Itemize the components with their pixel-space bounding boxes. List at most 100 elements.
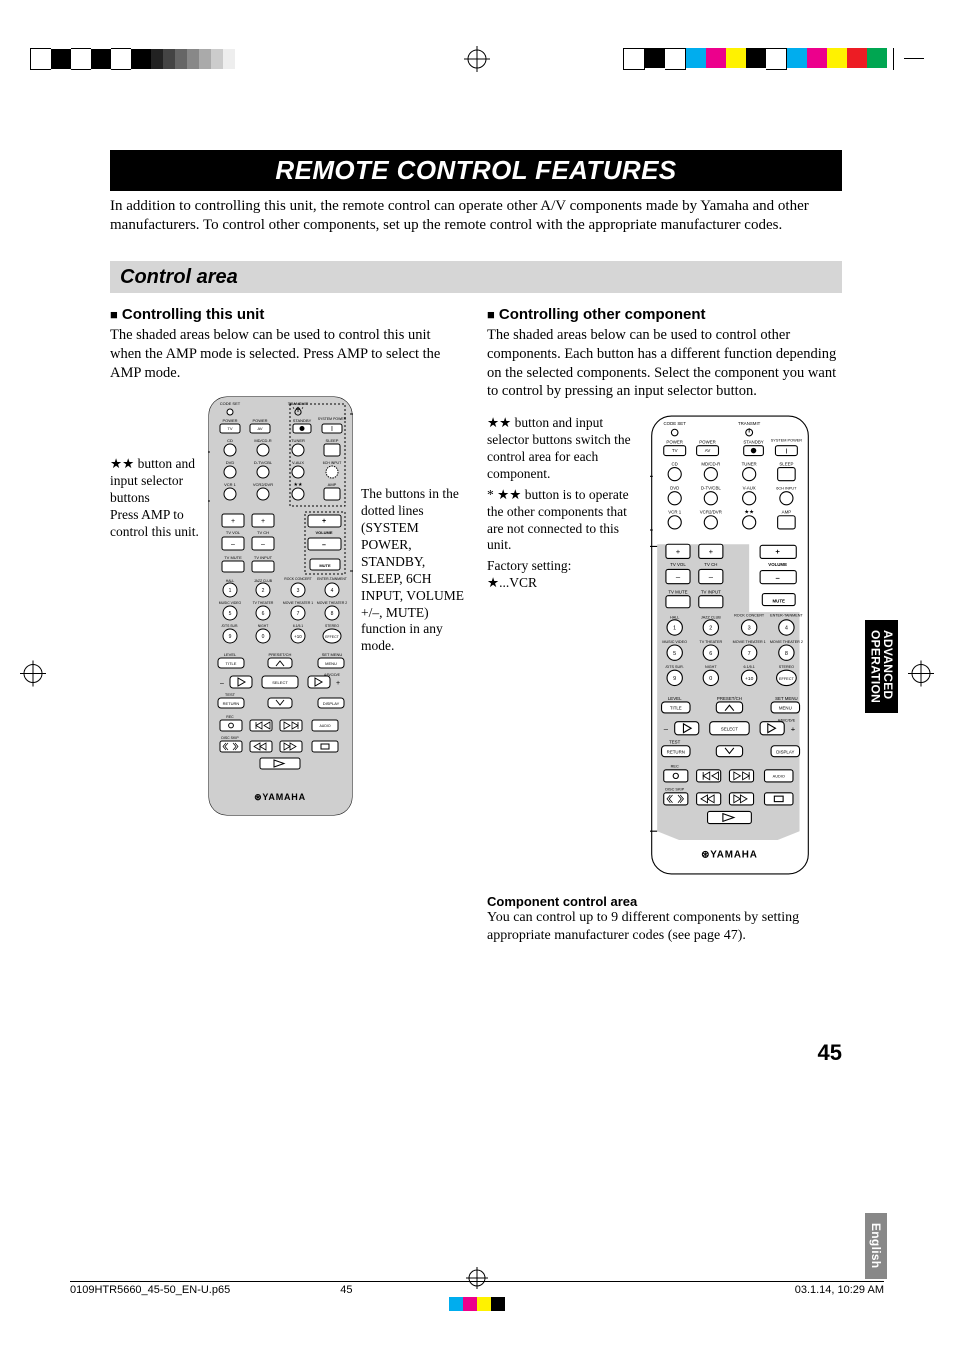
left-subheading-text: Controlling this unit: [122, 306, 264, 323]
svg-text:+: +: [709, 547, 714, 556]
svg-text:ROCK CONCERT: ROCK CONCERT: [284, 577, 311, 581]
svg-text:9: 9: [229, 634, 232, 640]
svg-text:ENTER-TAINMENT: ENTER-TAINMENT: [317, 577, 347, 581]
registration-row-top: [0, 48, 954, 78]
left-callout-right: The buttons in the dotted lines (SYSTEM …: [361, 396, 465, 655]
svg-text:0: 0: [709, 676, 712, 682]
intro-paragraph: In addition to controlling this unit, th…: [110, 197, 842, 235]
svg-text:3: 3: [748, 626, 751, 632]
svg-text:/DTS SUR.: /DTS SUR.: [222, 624, 239, 628]
svg-text:6.1/5.1: 6.1/5.1: [743, 665, 754, 669]
svg-text:TV: TV: [672, 448, 678, 453]
svg-text:SYSTEM POWER: SYSTEM POWER: [771, 439, 803, 443]
registration-bars-left: [30, 48, 350, 70]
svg-text:+: +: [676, 547, 681, 556]
page-number: 45: [818, 1040, 842, 1066]
svg-text:TV CH: TV CH: [704, 562, 717, 567]
svg-text:TV CH: TV CH: [257, 530, 269, 535]
svg-text:MOVIE THEATER 1: MOVIE THEATER 1: [733, 640, 766, 644]
svg-text:⊛YAMAHA: ⊛YAMAHA: [701, 850, 758, 861]
svg-text:4: 4: [331, 588, 334, 594]
svg-text:SLEEP: SLEEP: [779, 462, 793, 467]
svg-text:VOLUME: VOLUME: [315, 530, 332, 535]
svg-text:TV VOL: TV VOL: [226, 530, 241, 535]
svg-text:AV: AV: [705, 448, 711, 453]
svg-text:7: 7: [297, 611, 300, 617]
svg-text:STEREO: STEREO: [779, 665, 794, 669]
svg-text:TV MUTE: TV MUTE: [668, 590, 687, 595]
footer-date: 03.1.14, 10:29 AM: [795, 1284, 884, 1296]
right-callout-4: ★...VCR: [487, 575, 642, 592]
footer-colorblocks: [449, 1297, 505, 1311]
svg-text:DISPLAY: DISPLAY: [323, 701, 340, 706]
section-heading-band: Control area: [110, 261, 842, 293]
svg-text:MD/CD-R: MD/CD-R: [701, 462, 720, 467]
svg-text:VCR 1: VCR 1: [668, 510, 681, 515]
remote-figure-right: CODE SET TRANSMIT POWERPOWERSTANDBYSYSTE…: [650, 415, 810, 880]
svg-text:AV: AV: [257, 426, 262, 431]
svg-text:6CH INPUT: 6CH INPUT: [776, 487, 797, 491]
svg-text:MUTE: MUTE: [773, 599, 785, 604]
svg-text:DVD: DVD: [670, 486, 679, 491]
svg-text:MOVIE THEATER 1: MOVIE THEATER 1: [283, 601, 313, 605]
svg-text:TV MUTE: TV MUTE: [224, 555, 242, 560]
svg-text:DISC SKIP: DISC SKIP: [665, 788, 684, 792]
svg-text:★★: ★★: [294, 482, 303, 488]
column-right: ■Controlling other component The shaded …: [487, 307, 842, 945]
svg-text:+: +: [775, 547, 780, 556]
svg-text:JAZZ CLUB: JAZZ CLUB: [701, 616, 721, 620]
right-callouts: ★★ button and input selector buttons swi…: [487, 415, 642, 592]
footer-filename: 0109HTR5660_45-50_EN-U.p65: [70, 1284, 230, 1296]
svg-text:EFFECT: EFFECT: [779, 677, 795, 681]
svg-text:MENU: MENU: [779, 706, 792, 711]
svg-text:LEVEL: LEVEL: [224, 652, 237, 657]
svg-text:HALL: HALL: [670, 616, 679, 620]
svg-text:SLEEP: SLEEP: [326, 438, 339, 443]
svg-text:SELECT: SELECT: [721, 727, 738, 732]
registration-cross-icon: [464, 46, 490, 72]
svg-text:9: 9: [673, 676, 676, 682]
svg-text:I: I: [785, 447, 787, 456]
svg-text:–: –: [776, 574, 781, 583]
registration-bars-right: [623, 48, 924, 70]
svg-text:1: 1: [673, 626, 676, 632]
remote-figure-left: CODE SET TRANSMIT POWERPOWERSTANDBYSYSTE…: [208, 396, 353, 821]
svg-text:HALL: HALL: [226, 579, 235, 583]
svg-text:NIGHT: NIGHT: [705, 665, 717, 669]
svg-text:★★: ★★: [744, 510, 754, 516]
side-tab-advanced-line2: OPERATION: [868, 630, 882, 703]
svg-text:TRANSMIT: TRANSMIT: [738, 421, 761, 426]
svg-text:+10: +10: [745, 676, 754, 682]
left-callout-right-text: The buttons in the dotted lines (SYSTEM …: [361, 486, 465, 655]
svg-text:VCR 1: VCR 1: [224, 482, 237, 487]
left-subheading: ■Controlling this unit: [110, 307, 465, 324]
svg-text:MD/CD-R: MD/CD-R: [254, 438, 271, 443]
svg-text:TUNER: TUNER: [291, 438, 305, 443]
svg-text:POWER: POWER: [666, 440, 683, 445]
svg-text:TV INPUT: TV INPUT: [254, 555, 273, 560]
svg-text:RETURN: RETURN: [667, 750, 685, 755]
page-content: REMOTE CONTROL FEATURES In addition to c…: [110, 150, 842, 946]
side-tab-language: English: [865, 1213, 887, 1278]
svg-text:0: 0: [262, 634, 265, 640]
svg-text:TEST: TEST: [225, 692, 236, 697]
svg-text:EFFECT: EFFECT: [325, 635, 339, 639]
svg-text:8: 8: [785, 651, 788, 657]
svg-text:DISC SKIP: DISC SKIP: [221, 736, 239, 740]
svg-text:MOVIE THEATER 2: MOVIE THEATER 2: [770, 640, 803, 644]
svg-text:PRESET/CH: PRESET/CH: [269, 652, 292, 657]
svg-text:ROCK CONCERT: ROCK CONCERT: [734, 614, 765, 618]
right-callout-1: ★★ button and input selector buttons swi…: [487, 415, 642, 483]
svg-text:TEST: TEST: [669, 740, 681, 745]
svg-text:SET MENU: SET MENU: [775, 696, 798, 701]
svg-text:SYSTEM POWER: SYSTEM POWER: [318, 417, 347, 421]
svg-text:LEVEL: LEVEL: [668, 696, 682, 701]
svg-text:TITLE: TITLE: [670, 706, 682, 711]
svg-text:MENU: MENU: [325, 661, 337, 666]
svg-text:6: 6: [709, 651, 712, 657]
svg-text:4: 4: [785, 626, 788, 632]
svg-text:TITLE: TITLE: [226, 661, 237, 666]
left-callout-left-text: ★★ button and input selector buttons Pre…: [110, 456, 200, 540]
svg-text:–: –: [709, 573, 714, 582]
component-caption-body: You can control up to 9 different compon…: [487, 909, 842, 945]
